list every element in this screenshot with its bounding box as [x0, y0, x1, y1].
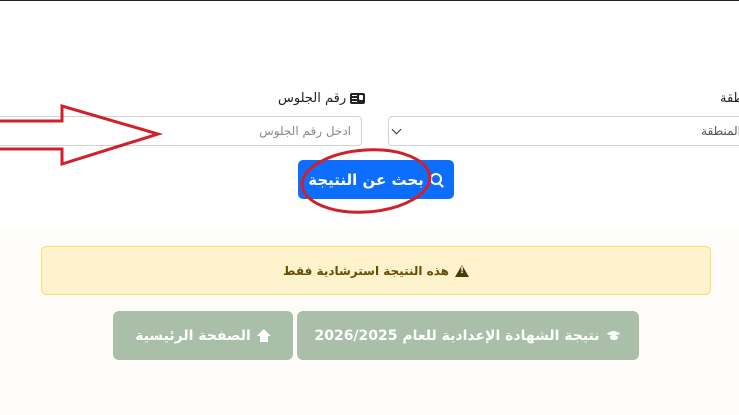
certificate-result-button[interactable]: نتيجة الشهادة الإعدادية للعام 2026/2025 — [297, 311, 639, 360]
seat-number-input[interactable] — [0, 116, 362, 146]
search-result-button-label: بحث عن النتيجة — [308, 170, 424, 189]
warning-icon — [455, 264, 469, 277]
search-card: رقم الجلوس المنطقة المنطقة بحث عن النتيج… — [0, 0, 739, 229]
region-label: المنطقة — [720, 91, 739, 106]
seat-number-label-text: رقم الجلوس — [278, 91, 347, 106]
home-button-label: الصفحة الرئيسية — [135, 327, 251, 344]
id-card-icon — [350, 93, 366, 104]
chevron-down-icon — [391, 124, 402, 135]
search-icon — [429, 172, 444, 187]
region-select[interactable]: المنطقة — [388, 116, 739, 146]
region-select-value: المنطقة — [701, 124, 739, 138]
search-result-button[interactable]: بحث عن النتيجة — [298, 160, 454, 199]
certificate-result-button-label: نتيجة الشهادة الإعدادية للعام 2026/2025 — [314, 327, 600, 344]
home-button[interactable]: الصفحة الرئيسية — [113, 311, 293, 360]
seat-number-label: رقم الجلوس — [278, 91, 366, 106]
disclaimer-text: هذه النتيجة استرشادية فقط — [283, 263, 449, 278]
disclaimer-alert: هذه النتيجة استرشادية فقط — [41, 246, 711, 295]
graduation-cap-icon — [606, 330, 622, 342]
home-icon — [257, 329, 271, 342]
